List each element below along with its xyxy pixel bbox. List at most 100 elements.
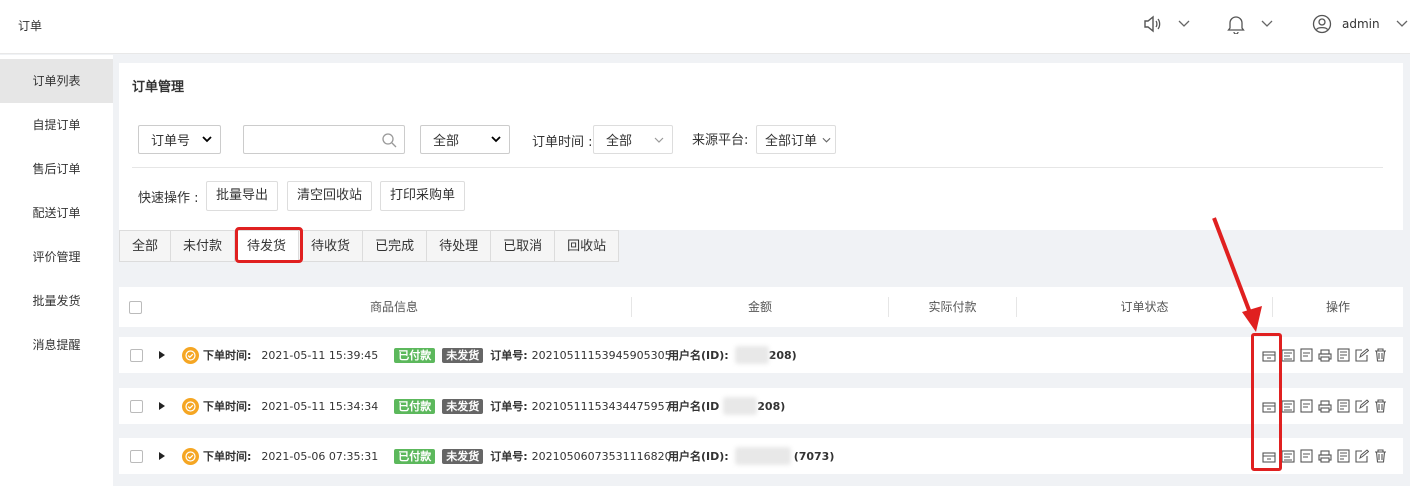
search-input[interactable]: [243, 125, 405, 154]
main-content: 订单管理 订单号 全部 订单时间 : 全部 来源平台: 全部订单 快速操作 : …: [119, 63, 1403, 474]
username-label: 用户名(ID):: [668, 450, 729, 463]
tab-pending[interactable]: 待处理: [427, 230, 492, 262]
tab-completed[interactable]: 已完成: [363, 230, 428, 262]
select-all-checkbox[interactable]: [129, 300, 142, 314]
print-icon[interactable]: [1318, 348, 1332, 362]
annotation-arrow-icon: [1212, 217, 1262, 332]
order-status-tabs: 全部 未付款 待发货 待收货 已完成 待处理 已取消 回收站: [119, 230, 620, 262]
expand-triangle-icon[interactable]: [159, 452, 165, 460]
source-platform-select[interactable]: 全部订单: [756, 125, 836, 154]
order-time-label: 下单时间:: [203, 400, 252, 413]
username-label: 用户名(ID: [668, 400, 720, 413]
order-field-value: 订单号: [151, 134, 191, 149]
expand-triangle-icon[interactable]: [159, 351, 165, 359]
chevron-down-icon: [1178, 20, 1190, 27]
col-amount: 金额: [747, 300, 772, 314]
print-icon[interactable]: [1318, 449, 1332, 463]
user-id: (7073): [793, 449, 835, 463]
note-icon[interactable]: [1300, 348, 1313, 362]
tab-recycle-bin[interactable]: 回收站: [555, 230, 620, 262]
delete-icon[interactable]: [1374, 399, 1387, 413]
detail-icon[interactable]: [1281, 399, 1295, 413]
order-time: 2021-05-11 15:34:34: [261, 399, 379, 413]
source-platform-label: 来源平台:: [692, 133, 749, 148]
detail-icon[interactable]: [1281, 449, 1295, 463]
chevron-down-icon: [491, 136, 501, 143]
sidebar-item-pickup-orders[interactable]: 自提订单: [0, 103, 113, 147]
chevron-down-icon: [202, 136, 212, 143]
sidebar: 订单列表 自提订单 售后订单 配送订单 评价管理 批量发货 消息提醒: [0, 55, 113, 486]
clock-check-icon: [182, 397, 199, 415]
user-menu[interactable]: admin: [1312, 14, 1408, 34]
note-icon[interactable]: [1300, 449, 1313, 463]
row-checkbox[interactable]: [130, 449, 143, 463]
order-number: 20210511153434475957: [531, 399, 672, 413]
sound-menu[interactable]: [1142, 14, 1190, 34]
top-header: 订单 admin: [0, 0, 1410, 54]
select-all-cell: [129, 287, 144, 327]
tab-unpaid[interactable]: 未付款: [171, 230, 236, 262]
user-id: 208): [757, 399, 786, 413]
document-icon[interactable]: [1337, 399, 1350, 413]
print-icon[interactable]: [1318, 399, 1332, 413]
clock-check-icon: [182, 346, 199, 364]
col-operations: 操作: [1325, 300, 1350, 314]
highlight-box-tab: [235, 227, 303, 263]
chevron-down-icon: [822, 137, 831, 143]
user-name: admin: [1342, 17, 1380, 31]
order-number-label: 订单号:: [490, 349, 528, 362]
batch-export-button[interactable]: 批量导出: [206, 181, 279, 211]
bell-icon: [1227, 16, 1245, 34]
source-platform-value: 全部订单: [765, 134, 818, 149]
search-icon[interactable]: [381, 132, 397, 148]
app-title: 订单: [18, 19, 43, 33]
chevron-down-icon: [1261, 20, 1273, 27]
unshipped-badge: 未发货: [442, 448, 484, 464]
highlight-box-ship-icons: [1251, 333, 1282, 471]
paid-badge: 已付款: [394, 448, 436, 464]
sidebar-item-reviews[interactable]: 评价管理: [0, 235, 113, 279]
document-icon[interactable]: [1337, 348, 1350, 362]
unshipped-badge: 未发货: [442, 398, 484, 414]
username-label: 用户名(ID):: [668, 349, 729, 362]
table-row: 下单时间: 2021-05-11 15:39:45 已付款 未发货 订单号: 2…: [119, 337, 1403, 373]
note-icon[interactable]: [1300, 399, 1313, 413]
delete-icon[interactable]: [1374, 348, 1387, 362]
order-time-select[interactable]: 全部: [593, 125, 673, 154]
clear-recycle-bin-button[interactable]: 清空回收站: [287, 181, 373, 211]
detail-icon[interactable]: [1281, 348, 1295, 362]
status-select[interactable]: 全部: [420, 125, 510, 154]
sidebar-item-order-list[interactable]: 订单列表: [0, 59, 113, 103]
redacted-username: [734, 346, 769, 364]
edit-icon[interactable]: [1355, 449, 1369, 463]
sidebar-item-after-sales[interactable]: 售后订单: [0, 147, 113, 191]
paid-badge: 已付款: [394, 398, 436, 414]
redacted-username: [734, 447, 791, 465]
print-purchase-order-button[interactable]: 打印采购单: [380, 181, 466, 211]
row-checkbox[interactable]: [130, 399, 143, 413]
tab-to-receive[interactable]: 待收货: [299, 230, 364, 262]
table-row: 下单时间: 2021-05-11 15:34:34 已付款 未发货 订单号: 2…: [119, 388, 1403, 424]
user-avatar-icon: [1312, 14, 1332, 34]
notification-menu[interactable]: [1227, 14, 1273, 34]
edit-icon[interactable]: [1355, 399, 1369, 413]
edit-icon[interactable]: [1355, 348, 1369, 362]
delete-icon[interactable]: [1374, 449, 1387, 463]
col-product-info: 商品信息: [369, 300, 418, 314]
sidebar-item-delivery-orders[interactable]: 配送订单: [0, 191, 113, 235]
sidebar-item-batch-shipping[interactable]: 批量发货: [0, 279, 113, 323]
row-checkbox[interactable]: [130, 348, 143, 362]
expand-triangle-icon[interactable]: [159, 402, 165, 410]
chevron-down-icon: [654, 137, 664, 143]
order-time-label: 下单时间:: [203, 349, 252, 362]
sidebar-item-messages[interactable]: 消息提醒: [0, 323, 113, 367]
tab-cancelled[interactable]: 已取消: [491, 230, 556, 262]
tab-all[interactable]: 全部: [119, 230, 172, 262]
document-icon[interactable]: [1337, 449, 1350, 463]
order-field-select[interactable]: 订单号: [138, 125, 221, 154]
order-number: 20210506073531116820: [531, 449, 672, 463]
speaker-icon: [1144, 15, 1161, 33]
page-title: 订单管理: [132, 80, 185, 95]
quick-actions-label: 快速操作 :: [138, 191, 199, 206]
order-time: 2021-05-06 07:35:31: [261, 449, 379, 463]
